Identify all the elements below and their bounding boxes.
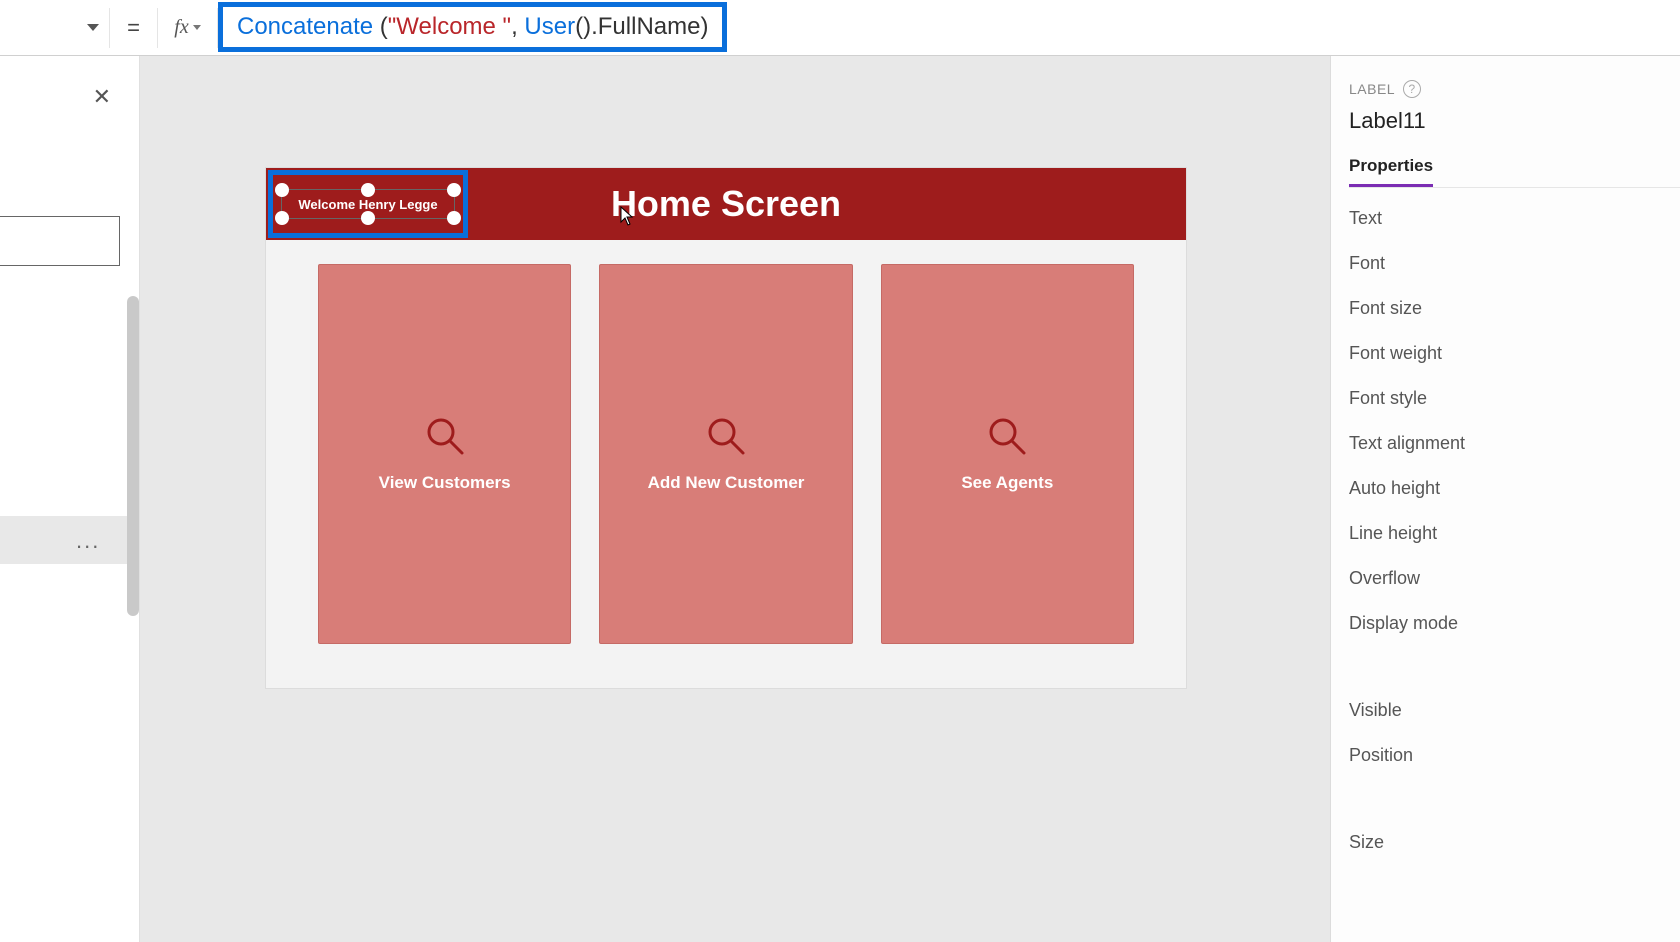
formula-token-function: User (524, 13, 575, 41)
screen-title: Home Screen (611, 183, 841, 225)
formula-bar: = fx Concatenate ("Welcome ", User().Ful… (0, 0, 1680, 56)
search-input[interactable] (0, 216, 120, 266)
card-label: View Customers (379, 473, 511, 493)
search-icon (986, 415, 1028, 457)
property-row-display-mode[interactable]: Display mode (1349, 613, 1680, 634)
property-row-visible[interactable]: Visible (1349, 700, 1680, 721)
formula-token-string: "Welcome " (388, 13, 511, 41)
resize-handle[interactable] (447, 183, 461, 197)
control-type-text: LABEL (1349, 81, 1395, 97)
property-row-font-style[interactable]: Font style (1349, 388, 1680, 409)
formula-token-comma: , (511, 13, 524, 41)
tree-selected-item[interactable] (0, 516, 127, 564)
control-name: Label11 (1349, 108, 1680, 134)
search-icon (705, 415, 747, 457)
formula-token-paren: ( (575, 13, 583, 41)
equals-sign: = (110, 8, 158, 48)
selected-control-label[interactable]: Welcome Henry Legge (268, 170, 468, 238)
formula-token-dot: . (591, 13, 598, 41)
property-row-size[interactable]: Size (1349, 832, 1680, 853)
formula-token-property: FullName (598, 13, 701, 41)
canvas-area[interactable]: Home Screen Welcome Henry Legge (140, 56, 1330, 942)
cards-row: View Customers Add New Customer See Agen… (266, 240, 1186, 668)
properties-panel: LABEL ? Label11 Properties Text Font Fon… (1330, 56, 1680, 942)
close-icon[interactable]: ✕ (93, 84, 111, 110)
formula-token-paren: ) (583, 13, 591, 41)
property-row-font-weight[interactable]: Font weight (1349, 343, 1680, 364)
property-row-font[interactable]: Font (1349, 253, 1680, 274)
formula-token-paren: ) (700, 13, 708, 41)
chevron-down-icon (193, 25, 201, 30)
properties-list: Text Font Font size Font weight Font sty… (1349, 208, 1680, 853)
search-icon (424, 415, 466, 457)
fx-icon: fx (174, 16, 188, 39)
app-screen[interactable]: Home Screen Welcome Henry Legge (266, 168, 1186, 688)
resize-handle[interactable] (275, 211, 289, 225)
card-add-new-customer[interactable]: Add New Customer (599, 264, 852, 644)
property-row-font-size[interactable]: Font size (1349, 298, 1680, 319)
formula-token-function: Concatenate (237, 13, 380, 41)
control-type-label: LABEL ? (1349, 80, 1680, 98)
fx-button[interactable]: fx (158, 8, 218, 48)
header-bar[interactable]: Home Screen Welcome Henry Legge (266, 168, 1186, 240)
scrollbar-thumb[interactable] (127, 296, 139, 616)
chevron-down-icon (87, 24, 99, 31)
property-row-text-alignment[interactable]: Text alignment (1349, 433, 1680, 454)
ellipsis-icon[interactable]: ... (76, 528, 100, 554)
formula-token-paren: ( (380, 13, 388, 41)
label-text: Welcome Henry Legge (298, 197, 437, 212)
resize-handle[interactable] (361, 211, 375, 225)
resize-handle[interactable] (447, 211, 461, 225)
cursor-icon (620, 206, 634, 226)
resize-handle[interactable] (361, 183, 375, 197)
card-see-agents[interactable]: See Agents (881, 264, 1134, 644)
resize-handle[interactable] (275, 183, 289, 197)
tab-properties[interactable]: Properties (1349, 156, 1433, 187)
property-row-text[interactable]: Text (1349, 208, 1680, 229)
property-row-position[interactable]: Position (1349, 745, 1680, 766)
help-icon[interactable]: ? (1403, 80, 1421, 98)
formula-input[interactable]: Concatenate ("Welcome ", User().FullName… (218, 2, 727, 52)
card-label: See Agents (961, 473, 1053, 493)
property-row-line-height[interactable]: Line height (1349, 523, 1680, 544)
tree-view-panel: ✕ ... (0, 56, 140, 942)
card-label: Add New Customer (648, 473, 805, 493)
card-view-customers[interactable]: View Customers (318, 264, 571, 644)
property-dropdown[interactable] (0, 8, 110, 48)
property-row-overflow[interactable]: Overflow (1349, 568, 1680, 589)
property-row-auto-height[interactable]: Auto height (1349, 478, 1680, 499)
